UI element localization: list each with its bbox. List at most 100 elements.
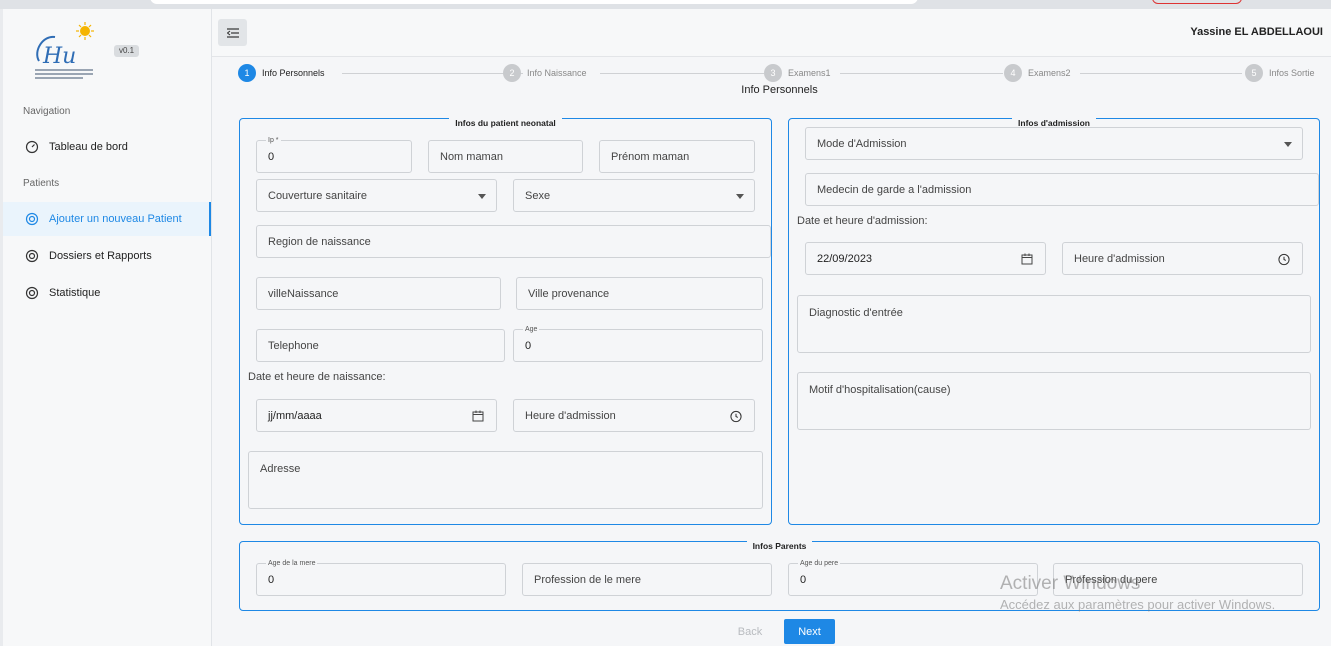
back-button[interactable]: Back (728, 619, 772, 644)
placeholder: Mode d'Admission (817, 137, 907, 150)
clock-icon[interactable] (730, 410, 742, 423)
placeholder: Motif d'hospitalisation(cause) (809, 384, 951, 396)
birth-date-input[interactable]: jj/mm/aaaa (256, 399, 497, 432)
dropdown-arrow-icon (736, 194, 744, 199)
medecin-garde-input[interactable]: Medecin de garde a l'admission (805, 173, 1319, 206)
placeholder: Region de naissance (268, 235, 371, 248)
date-value: 22/09/2023 (817, 252, 873, 265)
sidebar-item-label: Dossiers et Rapports (49, 250, 152, 262)
spiral-icon (25, 212, 39, 226)
couverture-select[interactable]: Couverture sanitaire (256, 179, 497, 212)
age-field-label: Age (523, 325, 540, 334)
top-header: Yassine EL ABDELLAOUI (212, 9, 1331, 57)
placeholder: Medecin de garde a l'admission (817, 183, 972, 196)
placeholder: Sexe (525, 189, 551, 202)
placeholder: Heure d'admission (1074, 252, 1165, 265)
spiral-icon (25, 249, 39, 263)
sidebar-item-statistique[interactable]: Statistique (3, 276, 211, 310)
telephone-input[interactable]: Telephone (256, 329, 505, 362)
patient-info-panel: Infos du patient neonatal Ip * 0 Nom mam… (239, 118, 772, 525)
ville-provenance-input[interactable]: Ville provenance (516, 277, 763, 310)
step-label: Examens2 (1028, 68, 1071, 78)
prenom-maman-input[interactable]: Prénom maman (599, 140, 755, 173)
step-connector (840, 73, 1003, 74)
placeholder: Nom maman (440, 150, 503, 163)
sexe-select[interactable]: Sexe (513, 179, 755, 212)
age-pere-label: Age du pere (798, 559, 841, 568)
step-examens1[interactable]: 3 Examens1 (764, 64, 831, 82)
calendar-icon[interactable] (472, 410, 484, 422)
admission-date-label: Date et heure d'admission: (797, 215, 928, 227)
svg-text:Hu: Hu (42, 44, 76, 69)
sidebar-item-dossiers[interactable]: Dossiers et Rapports (3, 239, 211, 273)
profession-pere-input[interactable]: Profession du pere (1053, 563, 1303, 596)
placeholder: Heure d'admission (525, 409, 616, 422)
step-connector (1080, 73, 1242, 74)
dashboard-icon (25, 140, 39, 154)
step-info-personnels[interactable]: 1 Info Personnels (238, 64, 325, 82)
browser-top-strip (0, 0, 1331, 9)
date-value: jj/mm/aaaa (268, 409, 322, 422)
age-field[interactable]: Age 0 (513, 325, 763, 362)
step-number: 5 (1245, 64, 1263, 82)
step-number: 1 (238, 64, 256, 82)
placeholder: villeNaissance (268, 287, 339, 300)
step-label: Info Personnels (262, 68, 325, 78)
calendar-icon[interactable] (1021, 253, 1033, 265)
sidebar-item-label: Tableau de bord (49, 141, 128, 153)
admission-date-input[interactable]: 22/09/2023 (805, 242, 1046, 275)
age-value: 0 (525, 339, 532, 352)
placeholder: Profession du pere (1065, 573, 1158, 586)
step-number: 2 (503, 64, 521, 82)
step-examens2[interactable]: 4 Examens2 (1004, 64, 1071, 82)
adresse-textarea[interactable]: Adresse (248, 451, 763, 509)
step-label: Info Naissance (527, 68, 587, 78)
mode-admission-select[interactable]: Mode d'Admission (805, 127, 1303, 160)
age-pere-field[interactable]: Age du pere 0 (788, 559, 1038, 596)
step-number: 4 (1004, 64, 1022, 82)
birth-time-input[interactable]: Heure d'admission (513, 399, 755, 432)
next-button[interactable]: Next (784, 619, 835, 644)
chu-logo: Hu (29, 21, 99, 83)
ip-field-label: Ip * (266, 136, 281, 145)
dropdown-arrow-icon (478, 194, 486, 199)
ip-field[interactable]: Ip * 0 (256, 136, 412, 173)
motif-textarea[interactable]: Motif d'hospitalisation(cause) (797, 372, 1311, 430)
placeholder: Profession de le mere (534, 573, 641, 586)
diagnostic-textarea[interactable]: Diagnostic d'entrée (797, 295, 1311, 353)
region-naissance-input[interactable]: Region de naissance (256, 225, 771, 258)
placeholder: Diagnostic d'entrée (809, 307, 903, 319)
stepper: 1 Info Personnels 2 Info Naissance 3 Exa… (238, 64, 1322, 82)
ville-naissance-input[interactable]: villeNaissance (256, 277, 501, 310)
nom-maman-input[interactable]: Nom maman (428, 140, 583, 173)
step-connector (342, 73, 523, 74)
sidebar: Hu v0.1 Navigation Tableau de bord Patie… (3, 9, 212, 646)
navigation-section-label: Navigation (23, 106, 71, 117)
placeholder: Ville provenance (528, 287, 610, 300)
age-mere-field[interactable]: Age de la mere 0 (256, 559, 506, 596)
sidebar-item-add-patient[interactable]: Ajouter un nouveau Patient (3, 202, 211, 236)
panel-legend: Infos Parents (240, 536, 1319, 554)
clock-icon[interactable] (1278, 253, 1290, 266)
age-mere-label: Age de la mere (266, 559, 318, 568)
step-number: 3 (764, 64, 782, 82)
dropdown-arrow-icon (1284, 142, 1292, 147)
menu-toggle-button[interactable] (218, 19, 247, 46)
browser-button[interactable] (1152, 0, 1242, 4)
step-info-naissance[interactable]: 2 Info Naissance (503, 64, 587, 82)
main-content: Yassine EL ABDELLAOUI 1 Info Personnels … (212, 9, 1331, 646)
placeholder: Telephone (268, 339, 319, 352)
placeholder: Adresse (260, 463, 301, 475)
panel-legend: Infos du patient neonatal (240, 113, 771, 131)
step-label: Examens1 (788, 68, 831, 78)
age-value: 0 (800, 573, 807, 586)
patients-section-label: Patients (23, 178, 60, 189)
profession-mere-input[interactable]: Profession de le mere (522, 563, 772, 596)
address-bar[interactable] (150, 0, 918, 4)
username[interactable]: Yassine EL ABDELLAOUI (1190, 26, 1323, 38)
step-infos-sortie[interactable]: 5 Infos Sortie (1245, 64, 1315, 82)
admission-time-input[interactable]: Heure d'admission (1062, 242, 1303, 275)
age-value: 0 (268, 573, 275, 586)
step-label: Infos Sortie (1269, 68, 1315, 78)
sidebar-item-dashboard[interactable]: Tableau de bord (3, 130, 211, 164)
